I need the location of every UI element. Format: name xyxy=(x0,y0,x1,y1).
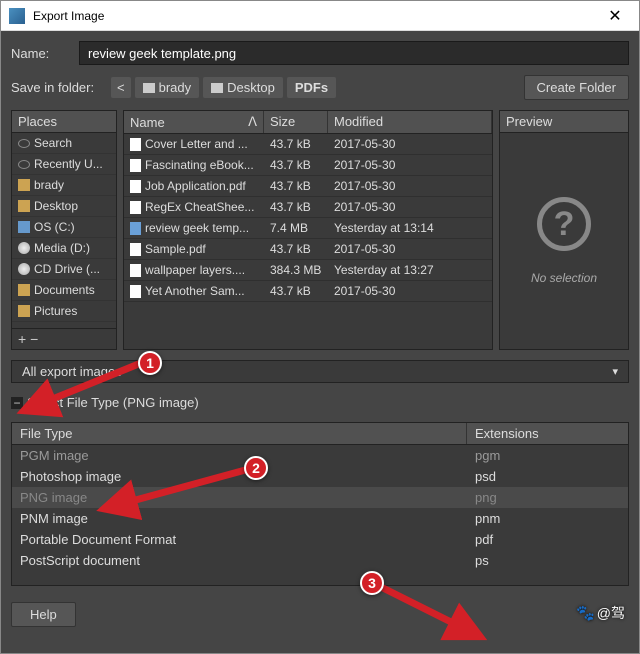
breadcrumb-item[interactable]: brady xyxy=(135,77,200,98)
file-columns: Nameᐱ Size Modified xyxy=(124,111,492,134)
cd-icon xyxy=(18,242,30,254)
file-rows: Cover Letter and ...43.7 kB2017-05-30Fas… xyxy=(124,134,492,349)
file-icon xyxy=(130,159,141,172)
file-row[interactable]: Yet Another Sam...43.7 kB2017-05-30 xyxy=(124,281,492,302)
places-item[interactable]: Documents xyxy=(12,280,116,301)
places-footer[interactable]: + − xyxy=(12,328,116,349)
places-item[interactable]: brady xyxy=(12,175,116,196)
file-row[interactable]: Sample.pdf43.7 kB2017-05-30 xyxy=(124,239,492,260)
breadcrumb-back[interactable]: < xyxy=(111,77,131,98)
places-item[interactable]: Desktop xyxy=(12,196,116,217)
places-list: SearchRecently U...bradyDesktopOS (C:)Me… xyxy=(12,133,116,328)
folder-icon xyxy=(18,284,30,296)
file-type-row[interactable]: PGM imagepgm xyxy=(12,445,628,466)
cd-icon xyxy=(18,263,30,275)
sort-icon: ᐱ xyxy=(248,114,257,130)
file-type-table: File Type Extensions PGM imagepgmPhotosh… xyxy=(11,422,629,586)
preview-panel: Preview ? No selection xyxy=(499,110,629,350)
places-item[interactable]: Pictures xyxy=(12,301,116,322)
name-input[interactable] xyxy=(79,41,629,65)
places-item[interactable]: CD Drive (... xyxy=(12,259,116,280)
preview-body: ? No selection xyxy=(500,133,628,349)
panels: Places SearchRecently U...bradyDesktopOS… xyxy=(11,110,629,350)
file-type-row[interactable]: PNG imagepng xyxy=(12,487,628,508)
preview-header: Preview xyxy=(500,111,628,133)
file-icon xyxy=(130,222,141,235)
file-icon xyxy=(130,180,141,193)
app-icon xyxy=(9,8,25,24)
places-item[interactable]: Search xyxy=(12,133,116,154)
file-type-header: File Type Extensions xyxy=(12,423,628,445)
workarea: Name: Save in folder: < brady Desktop PD… xyxy=(1,31,639,653)
paw-icon: 🐾 xyxy=(576,604,595,622)
file-icon xyxy=(130,243,141,256)
col-extensions: Extensions xyxy=(467,423,628,444)
places-panel: Places SearchRecently U...bradyDesktopOS… xyxy=(11,110,117,350)
name-label: Name: xyxy=(11,46,71,61)
file-type-row[interactable]: Photoshop imagepsd xyxy=(12,466,628,487)
window-title: Export Image xyxy=(33,9,595,23)
annotation-badge-2: 2 xyxy=(244,456,268,480)
file-row[interactable]: Job Application.pdf43.7 kB2017-05-30 xyxy=(124,176,492,197)
breadcrumb-item[interactable]: Desktop xyxy=(203,77,283,98)
file-type-row[interactable]: Portable Document Formatpdf xyxy=(12,529,628,550)
col-modified[interactable]: Modified xyxy=(328,111,492,133)
clock-icon xyxy=(18,160,30,169)
bottom-bar: Help xyxy=(11,596,629,627)
no-selection-text: No selection xyxy=(531,271,597,285)
folder-icon xyxy=(18,179,30,191)
chevron-down-icon: ▾ xyxy=(612,365,618,378)
close-button[interactable]: ✕ xyxy=(595,2,635,30)
file-row[interactable]: RegEx CheatShee...43.7 kB2017-05-30 xyxy=(124,197,492,218)
annotation-badge-3: 3 xyxy=(360,571,384,595)
file-type-row[interactable]: PostScript documentps xyxy=(12,550,628,571)
file-list-panel: Nameᐱ Size Modified Cover Letter and ...… xyxy=(123,110,493,350)
folder-icon xyxy=(211,83,223,93)
select-file-type-toggle[interactable]: − Select File Type (PNG image) xyxy=(11,393,629,412)
places-item[interactable]: OS (C:) xyxy=(12,217,116,238)
places-header: Places xyxy=(12,111,116,133)
filter-row: All export images ▾ xyxy=(11,360,629,383)
folder-icon xyxy=(18,200,30,212)
breadcrumb: < brady Desktop PDFs xyxy=(111,77,336,98)
search-icon xyxy=(18,139,30,148)
save-in-label: Save in folder: xyxy=(11,80,103,95)
file-icon xyxy=(130,201,141,214)
file-icon xyxy=(130,138,141,151)
export-dialog: Export Image ✕ Name: Save in folder: < b… xyxy=(0,0,640,654)
places-item[interactable]: Media (D:) xyxy=(12,238,116,259)
name-row: Name: xyxy=(11,41,629,65)
file-type-rows: PGM imagepgmPhotoshop imagepsdPNG imagep… xyxy=(12,445,628,585)
collapse-icon: − xyxy=(11,397,23,409)
question-icon: ? xyxy=(537,197,591,251)
col-name[interactable]: Nameᐱ xyxy=(124,111,264,133)
file-icon xyxy=(130,264,141,277)
create-folder-button[interactable]: Create Folder xyxy=(524,75,629,100)
file-row[interactable]: Fascinating eBook...43.7 kB2017-05-30 xyxy=(124,155,492,176)
col-filetype: File Type xyxy=(12,423,467,444)
drive-icon xyxy=(18,221,30,233)
places-item[interactable]: Recently U... xyxy=(12,154,116,175)
file-type-row[interactable]: PNM imagepnm xyxy=(12,508,628,529)
folder-icon xyxy=(18,305,30,317)
help-button[interactable]: Help xyxy=(11,602,76,627)
col-size[interactable]: Size xyxy=(264,111,328,133)
titlebar: Export Image ✕ xyxy=(1,1,639,31)
annotation-badge-1: 1 xyxy=(138,351,162,375)
folder-row: Save in folder: < brady Desktop PDFs Cre… xyxy=(11,75,629,100)
file-row[interactable]: Cover Letter and ...43.7 kB2017-05-30 xyxy=(124,134,492,155)
filter-dropdown[interactable]: All export images ▾ xyxy=(11,360,629,383)
watermark: 🐾@驾 xyxy=(576,603,625,623)
file-row[interactable]: wallpaper layers....384.3 MBYesterday at… xyxy=(124,260,492,281)
folder-icon xyxy=(143,83,155,93)
breadcrumb-item[interactable]: PDFs xyxy=(287,77,336,98)
file-icon xyxy=(130,285,141,298)
file-row[interactable]: review geek temp...7.4 MBYesterday at 13… xyxy=(124,218,492,239)
